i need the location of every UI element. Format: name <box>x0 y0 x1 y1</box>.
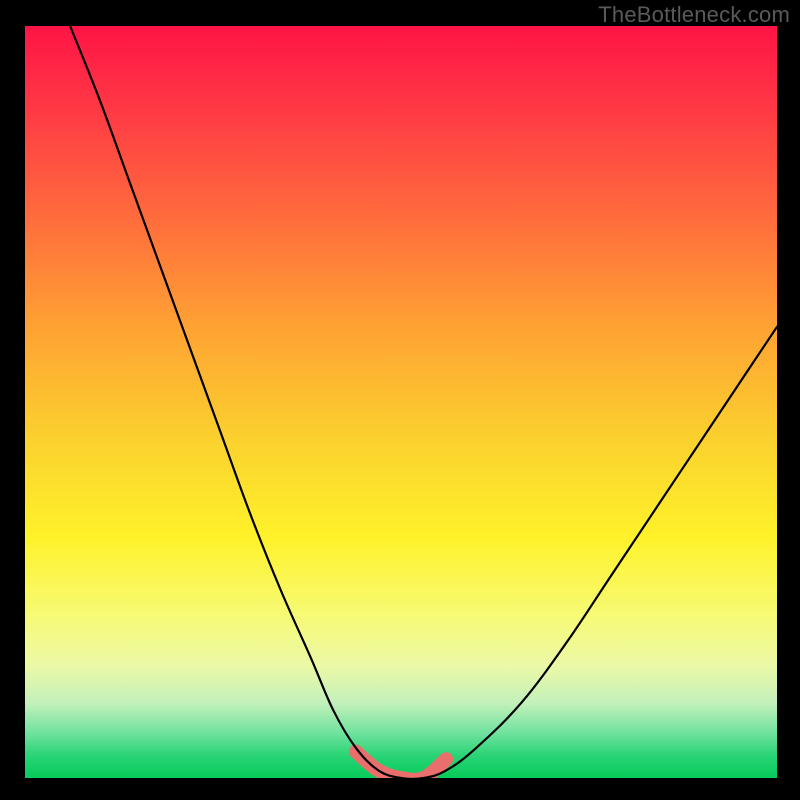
watermark-text: TheBottleneck.com <box>598 2 790 28</box>
chart-svg <box>25 26 777 778</box>
chart-frame: TheBottleneck.com <box>0 0 800 800</box>
plot-area <box>25 26 777 778</box>
sweet-spot-highlight <box>356 752 446 778</box>
bottleneck-curve <box>70 26 777 778</box>
